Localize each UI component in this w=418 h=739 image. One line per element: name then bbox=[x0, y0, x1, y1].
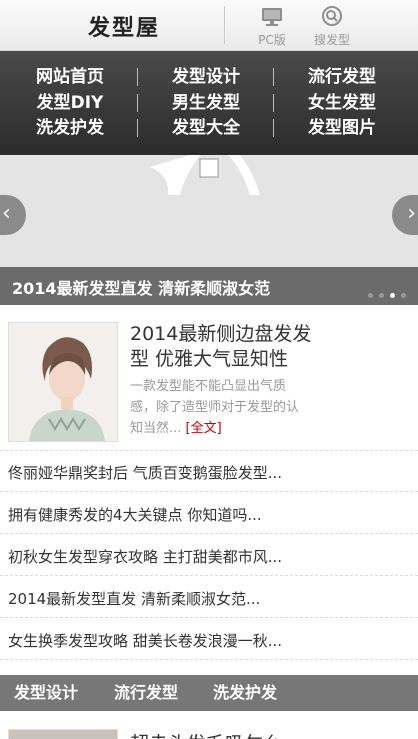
nav-item-design[interactable]: 发型设计 bbox=[138, 65, 274, 89]
list-item[interactable]: 佟丽娅华鼎奖封后 气质百变鹅蛋脸发型... bbox=[0, 455, 418, 492]
slider-dot[interactable] bbox=[368, 293, 373, 298]
nav-divider bbox=[273, 68, 274, 86]
slider-caption-bar[interactable]: 2014最新发型直发 清新柔顺淑女范 bbox=[0, 267, 418, 305]
slider-dot-active[interactable] bbox=[390, 293, 395, 298]
nav-divider bbox=[137, 119, 138, 137]
featured-thumbnail[interactable] bbox=[8, 322, 118, 442]
nav-divider bbox=[273, 94, 274, 112]
tab-design[interactable]: 发型设计 bbox=[14, 675, 78, 711]
nav-divider bbox=[137, 94, 138, 112]
article-list: 佟丽娅华鼎奖封后 气质百变鹅蛋脸发型... 拥有健康秀发的4大关键点 你知道吗.… bbox=[0, 455, 418, 665]
nav-item-haircare[interactable]: 洗发护发 bbox=[2, 116, 138, 140]
nav-item-pictures[interactable]: 发型图片 bbox=[274, 116, 410, 140]
monitor-icon bbox=[262, 8, 282, 26]
featured-description: 一款发型能不能凸显出气质感，除了造型师对于发型的认知当然... [全文] bbox=[130, 376, 310, 439]
chevron-right-icon: › bbox=[407, 201, 416, 226]
list-item[interactable]: 拥有健康秀发的4大关键点 你知道吗... bbox=[0, 497, 418, 534]
next-title[interactable]: 超赤头发毛吸乍么 bbox=[130, 729, 282, 739]
list-item[interactable]: 初秋女生发型穿衣攻略 主打甜美都市风... bbox=[0, 539, 418, 576]
slide-image bbox=[150, 155, 260, 195]
slider-caption[interactable]: 2014最新发型直发 清新柔顺淑女范 bbox=[12, 275, 270, 299]
chevron-left-icon: ‹ bbox=[2, 201, 11, 226]
tab-popular[interactable]: 流行发型 bbox=[114, 675, 178, 711]
category-tabs: 发型设计 流行发型 洗发护发 bbox=[0, 675, 418, 711]
nav-item-men[interactable]: 男生发型 bbox=[138, 91, 274, 115]
nav-item-diy[interactable]: 发型DIY bbox=[2, 91, 138, 115]
nav-item-popular[interactable]: 流行发型 bbox=[274, 65, 410, 89]
pc-version-label: PC版 bbox=[258, 33, 286, 47]
main-nav: 网站首页 发型设计 流行发型 发型DIY 男生发型 女生发型 洗发护发 发型大全… bbox=[0, 51, 418, 155]
site-logo[interactable]: 发型屋 bbox=[88, 10, 160, 42]
nav-item-home[interactable]: 网站首页 bbox=[2, 65, 138, 89]
header: 发型屋 PC版 搜发型 bbox=[0, 0, 418, 51]
list-item[interactable]: 2014最新发型直发 清新柔顺淑女范... bbox=[0, 581, 418, 618]
search-icon bbox=[322, 6, 342, 26]
nav-item-collection[interactable]: 发型大全 bbox=[138, 116, 274, 140]
nav-item-women[interactable]: 女生发型 bbox=[274, 91, 410, 115]
next-thumbnail[interactable] bbox=[8, 729, 118, 739]
tab-haircare[interactable]: 洗发护发 bbox=[213, 675, 277, 711]
nav-divider bbox=[137, 68, 138, 86]
nav-divider bbox=[273, 119, 274, 137]
image-slider[interactable]: ‹ › bbox=[0, 155, 418, 267]
search-hairstyle-label: 搜发型 bbox=[313, 33, 350, 47]
pc-version-button[interactable]: PC版 bbox=[242, 5, 302, 47]
slider-pagination bbox=[362, 283, 406, 302]
slider-prev-button[interactable]: ‹ bbox=[0, 195, 26, 235]
portrait-image bbox=[9, 323, 117, 441]
slider-dot[interactable] bbox=[401, 293, 406, 298]
search-hairstyle-button[interactable]: 搜发型 bbox=[302, 5, 362, 47]
slider-dot[interactable] bbox=[379, 293, 384, 298]
header-divider bbox=[224, 6, 225, 44]
list-item[interactable]: 女生换季发型攻略 甜美长卷发浪漫一秋... bbox=[0, 623, 418, 660]
slider-next-button[interactable]: › bbox=[392, 195, 418, 235]
read-more-link[interactable]: [全文] bbox=[186, 421, 222, 436]
next-featured-article[interactable]: 超赤头发毛吸乍么 bbox=[0, 711, 418, 739]
featured-article[interactable]: 2014最新侧边盘发发型 优雅大气显知性 一款发型能不能凸显出气质感，除了造型师… bbox=[0, 312, 418, 451]
featured-title[interactable]: 2014最新侧边盘发发型 优雅大气显知性 bbox=[130, 322, 330, 372]
